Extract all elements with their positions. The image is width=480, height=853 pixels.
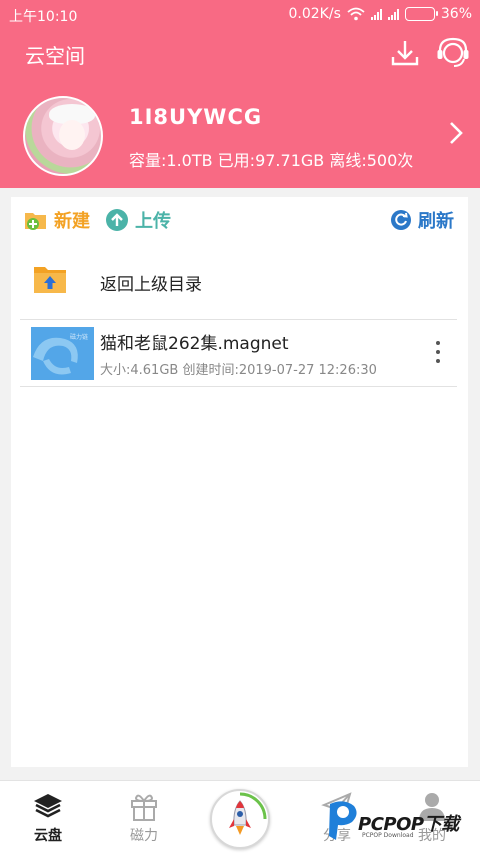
layers-icon <box>34 794 62 818</box>
signal-icon-2 <box>387 8 399 20</box>
username: 1I8UYWCG <box>129 105 263 129</box>
more-options-icon[interactable] <box>435 341 441 363</box>
file-panel: 新建 上传 刷新 返回上级目录 磁力链 猫和老鼠262集.magnet 大小:4… <box>11 197 468 767</box>
nav-magnet[interactable]: 磁力 <box>104 781 184 853</box>
magnet-thumbnail: 磁力链 <box>31 327 94 380</box>
download-icon[interactable] <box>390 38 420 68</box>
nav-magnet-label: 磁力 <box>130 828 158 844</box>
chevron-right-icon[interactable] <box>446 120 466 146</box>
avatar[interactable] <box>23 96 103 176</box>
new-folder-button[interactable]: 新建 <box>24 207 90 233</box>
rocket-icon <box>229 792 267 835</box>
rocket-button[interactable] <box>210 789 270 849</box>
new-label: 新建 <box>54 211 90 232</box>
status-bar: 上午10:10 0.02K/s 36% <box>0 0 480 30</box>
back-to-parent-row[interactable]: 返回上级目录 <box>11 252 468 318</box>
gift-icon <box>131 794 157 821</box>
nav-cloud-label: 云盘 <box>34 828 62 844</box>
upload-label: 上传 <box>135 211 171 232</box>
nav-cloud[interactable]: 云盘 <box>8 781 88 853</box>
refresh-label: 刷新 <box>418 211 454 232</box>
status-time: 上午10:10 <box>9 9 78 25</box>
app-bar: 云空间 <box>0 30 480 78</box>
folder-up-icon <box>34 267 66 293</box>
watermark-logo-icon <box>329 801 357 840</box>
upload-icon <box>106 209 128 231</box>
page-title: 云空间 <box>25 44 85 68</box>
status-indicators: 0.02K/s 36% <box>289 6 473 22</box>
net-speed: 0.02K/s <box>288 6 341 22</box>
profile-panel[interactable]: 1I8UYWCG 容量:1.0TB 已用:97.71GB 离线:500次 <box>0 78 480 188</box>
headset-icon[interactable] <box>436 36 470 70</box>
file-meta: 大小:4.61GB 创建时间:2019-07-27 12:26:30 <box>100 363 377 378</box>
new-folder-icon <box>25 213 46 230</box>
signal-icon <box>370 8 382 20</box>
list-item[interactable]: 磁力链 猫和老鼠262集.magnet 大小:4.61GB 创建时间:2019-… <box>11 320 468 386</box>
battery-icon <box>404 7 438 21</box>
back-to-parent-label: 返回上级目录 <box>100 275 202 295</box>
file-name: 猫和老鼠262集.magnet <box>100 334 289 354</box>
watermark-subtext: PCPOP Download <box>362 832 414 839</box>
upload-button[interactable]: 上传 <box>105 207 171 233</box>
refresh-button[interactable]: 刷新 <box>390 207 454 233</box>
battery-percent: 36% <box>440 6 472 22</box>
refresh-icon <box>391 210 411 230</box>
wifi-icon <box>347 7 365 21</box>
watermark: PCPOP下载 PCPOP Download <box>326 794 476 850</box>
storage-quota: 容量:1.0TB 已用:97.71GB 离线:500次 <box>129 151 414 170</box>
thumb-label: 磁力链 <box>69 334 88 341</box>
divider <box>20 386 457 387</box>
